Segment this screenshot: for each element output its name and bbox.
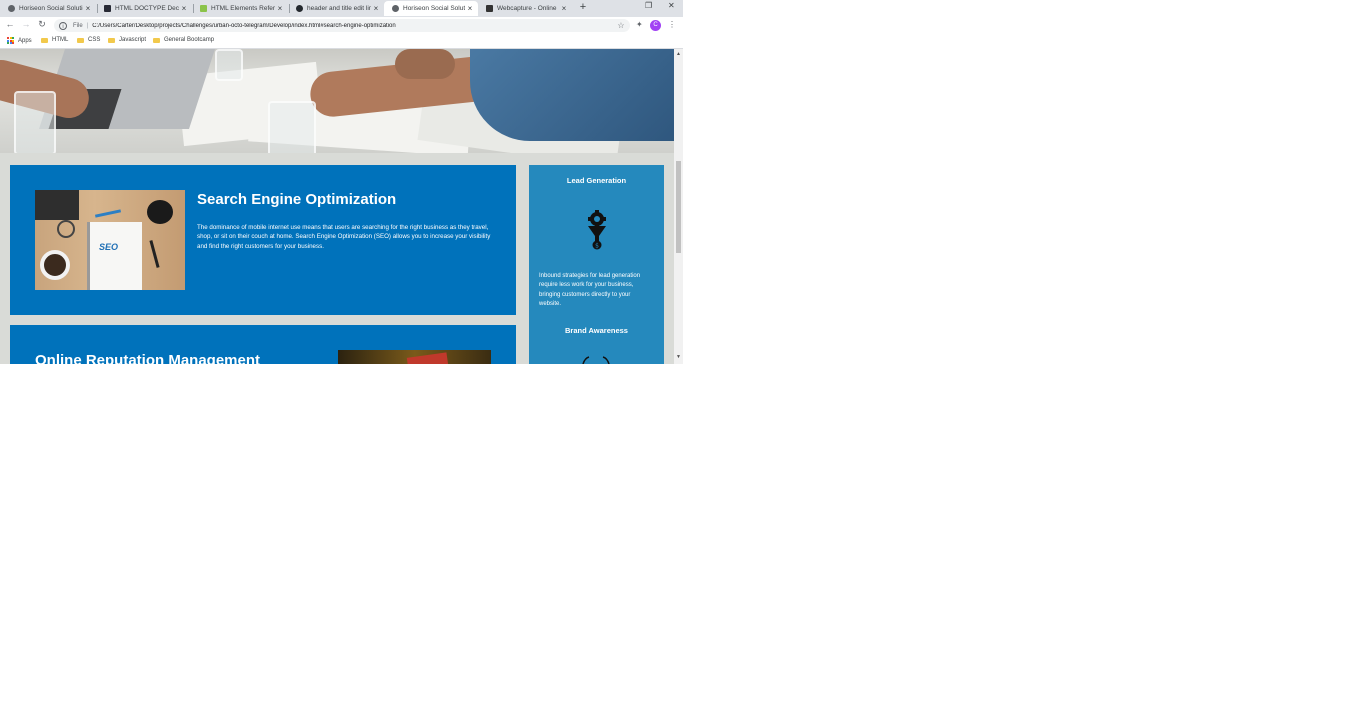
menu-kebab-icon[interactable]: ⋮ — [668, 20, 676, 29]
notebook-shape — [87, 222, 142, 290]
bookmark-javascript[interactable]: Javascript — [108, 37, 146, 43]
folder-icon — [108, 37, 115, 43]
close-icon[interactable]: × — [179, 4, 189, 13]
close-window-icon[interactable]: ✕ — [668, 1, 675, 10]
address-bar[interactable]: i File | C:/Users/Carter/Desktop/project… — [54, 19, 630, 32]
page-viewport: SEO Search Engine Optimization The domin… — [0, 49, 674, 364]
seo-section: SEO Search Engine Optimization The domin… — [10, 165, 516, 315]
close-icon[interactable]: × — [559, 4, 569, 13]
bookmark-html[interactable]: HTML — [41, 37, 68, 43]
new-tab-button[interactable]: + — [577, 1, 589, 13]
tab-title: HTML Elements Reference — [211, 5, 275, 12]
lead-generation-heading: Lead Generation — [566, 176, 627, 185]
glass-shape — [215, 49, 243, 81]
tab-6[interactable]: Webcapture - Online × — [478, 1, 572, 16]
scroll-down-arrow-icon[interactable]: ▼ — [674, 354, 683, 360]
hero-image — [0, 49, 674, 153]
seo-image: SEO — [35, 190, 185, 290]
github-icon — [296, 5, 303, 12]
globe-icon — [392, 5, 399, 12]
url-text[interactable]: C:/Users/Carter/Desktop/projects/Challen… — [92, 23, 615, 29]
page-scrollbar[interactable]: ▲ ▼ — [674, 49, 683, 364]
tab-title: Horiseon Social Solution — [403, 5, 465, 12]
tab-title: Webcapture - Online — [497, 5, 557, 12]
laptop-shape — [35, 190, 79, 220]
tab-3[interactable]: HTML Elements Reference × — [192, 1, 288, 16]
extensions-puzzle-icon[interactable]: ✦ — [636, 20, 643, 29]
orm-heading: Online Reputation Management — [35, 352, 261, 364]
benefits-aside: Lead Generation $ Inbound strategies for… — [529, 165, 664, 364]
tab-5-active[interactable]: Horiseon Social Solution × — [384, 1, 478, 16]
profile-avatar[interactable]: C — [650, 20, 661, 31]
close-icon[interactable]: × — [275, 4, 285, 13]
denim-sleeve-shape — [470, 49, 674, 141]
globe-icon — [8, 5, 15, 12]
pen-shape — [149, 240, 160, 268]
restore-window-icon[interactable]: ❐ — [645, 1, 652, 10]
close-icon[interactable]: × — [83, 4, 93, 13]
tab-4[interactable]: header and title edit links × — [288, 1, 384, 16]
scrollbar-thumb[interactable] — [676, 161, 681, 253]
tab-title: Horiseon Social Solution — [19, 5, 83, 12]
seo-heading: Search Engine Optimization — [197, 191, 397, 208]
seo-image-word: SEO — [99, 242, 119, 252]
bookmark-label: Apps — [18, 37, 32, 44]
close-icon[interactable]: × — [465, 4, 475, 13]
bookmark-general-bootcamp[interactable]: General Bootcamp — [153, 37, 214, 43]
browser-window: Horiseon Social Solution × HTML DOCTYPE … — [0, 0, 683, 364]
bookmarks-bar: Apps HTML CSS Javascript General Bootcam… — [0, 34, 683, 49]
close-icon[interactable]: × — [371, 4, 381, 13]
url-separator: | — [86, 22, 89, 29]
mdn-icon — [200, 5, 207, 12]
bookmark-star-icon[interactable]: ☆ — [615, 21, 627, 30]
tab-title: HTML DOCTYPE Declaration — [115, 5, 179, 12]
glass-shape — [14, 91, 56, 153]
tab-2[interactable]: HTML DOCTYPE Declaration × — [96, 1, 192, 16]
paper-shape — [406, 352, 450, 364]
folder-icon — [153, 37, 160, 43]
bookmark-label: Javascript — [119, 37, 147, 43]
bookmark-label: General Bootcamp — [164, 37, 215, 43]
reload-icon[interactable]: ↻ — [36, 19, 48, 30]
coffee-cup-shape — [40, 250, 70, 280]
webcapture-icon — [486, 5, 493, 12]
orm-image — [338, 350, 491, 364]
folder-icon — [77, 37, 84, 43]
glass-shape — [268, 101, 316, 153]
brand-awareness-heading: Brand Awareness — [565, 326, 628, 335]
info-icon[interactable]: i — [59, 21, 67, 30]
tab-strip: Horiseon Social Solution × HTML DOCTYPE … — [0, 0, 683, 17]
brand-awareness-icon — [582, 356, 610, 364]
url-scheme: File — [73, 22, 83, 29]
svg-text:$: $ — [595, 243, 599, 250]
folder-icon — [41, 37, 48, 43]
lead-generation-paragraph: Inbound strategies for lead generation r… — [539, 273, 641, 307]
bookmark-apps[interactable]: Apps — [7, 37, 32, 44]
orm-section: Online Reputation Management — [10, 325, 516, 364]
magnifier-shape — [57, 220, 75, 238]
bookmark-css[interactable]: CSS — [77, 37, 100, 43]
tab-title: header and title edit links — [307, 5, 371, 12]
w3schools-icon — [104, 5, 111, 12]
arm-shape — [395, 49, 455, 79]
pencil-cup-shape — [147, 200, 173, 224]
forward-arrow-icon[interactable]: → — [20, 19, 32, 29]
toolbar: ← → ↻ i File | C:/Users/Carter/Desktop/p… — [0, 17, 683, 34]
bookmark-label: CSS — [88, 37, 101, 43]
seo-paragraph: The dominance of mobile internet use mea… — [197, 224, 491, 250]
pen-shape — [94, 209, 122, 218]
back-arrow-icon[interactable]: ← — [4, 19, 16, 29]
scroll-up-arrow-icon[interactable]: ▲ — [674, 51, 683, 57]
apps-grid-icon — [7, 37, 14, 44]
bookmark-label: HTML — [52, 37, 69, 43]
tab-1[interactable]: Horiseon Social Solution × — [0, 1, 96, 16]
lead-generation-funnel-icon: $ — [588, 210, 606, 250]
